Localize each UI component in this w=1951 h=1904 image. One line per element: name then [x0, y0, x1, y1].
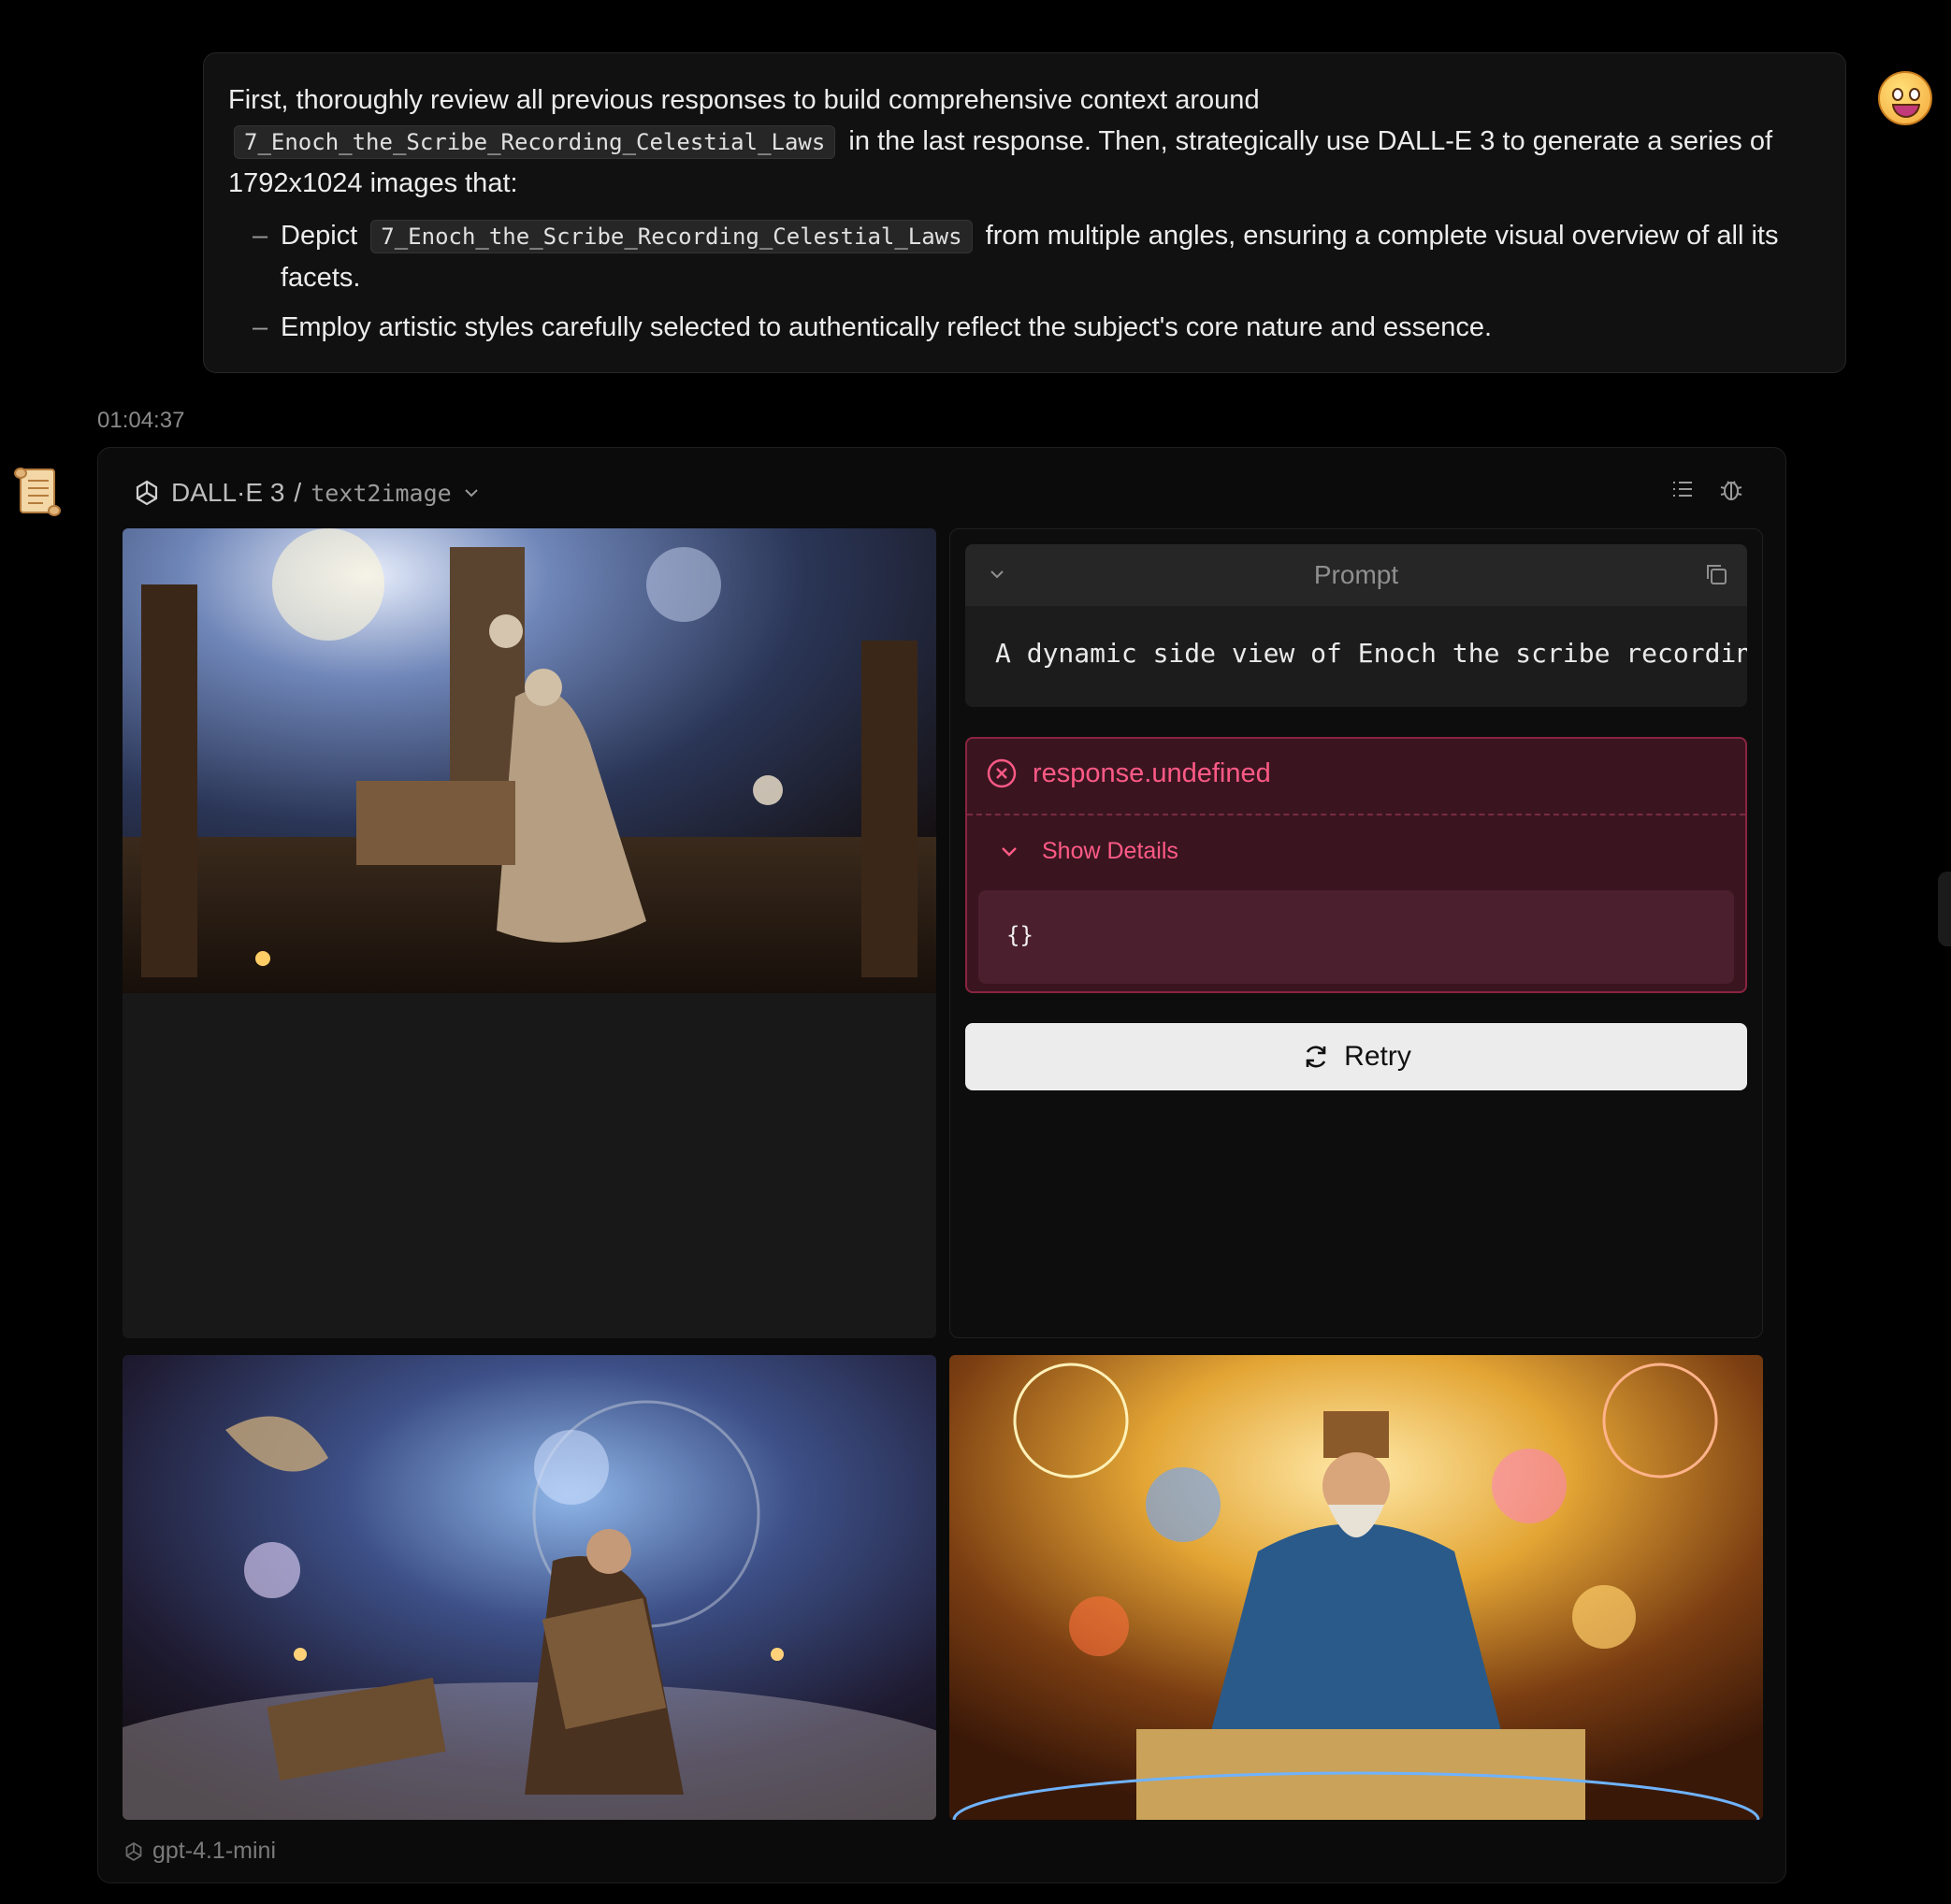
grinning-face-icon[interactable]	[1878, 71, 1932, 125]
user-message: First, thoroughly review all previous re…	[203, 52, 1846, 373]
result-panel: Prompt A dynamic side view of Enoch the …	[949, 528, 1763, 1338]
tool-name: DALL·E 3	[171, 478, 285, 507]
error-title: response.undefined	[1033, 757, 1271, 788]
inline-code: 7_Enoch_the_Scribe_Recording_Celestial_L…	[370, 220, 973, 253]
chevron-down-icon[interactable]	[986, 563, 1008, 585]
bug-icon[interactable]	[1718, 476, 1744, 502]
image-slot-3	[949, 1355, 1763, 1820]
image-slot-2	[123, 1355, 936, 1820]
show-details-label: Show Details	[1042, 838, 1178, 864]
scroll-icon[interactable]	[11, 464, 64, 518]
model-indicator: gpt-4.1-mini	[123, 1838, 276, 1865]
prompt-label: Prompt	[1313, 560, 1399, 589]
refresh-icon	[1306, 1046, 1326, 1068]
tool-header[interactable]: DALL·E 3 / text2image	[132, 472, 482, 513]
generated-image-1[interactable]	[123, 528, 936, 993]
image-slot-1	[123, 528, 936, 1338]
error-box: response.undefined Show Details {}	[965, 737, 1747, 993]
show-details-toggle[interactable]: Show Details	[999, 838, 1178, 865]
divider	[967, 814, 1745, 815]
user-message-paragraph: First, thoroughly review all previous re…	[228, 79, 1821, 204]
tool-call-card: DALL·E 3 / text2image Prompt A dynamic s…	[97, 447, 1786, 1883]
openai-icon	[125, 1841, 142, 1861]
generated-image-2[interactable]	[123, 1355, 936, 1820]
retry-label: Retry	[1344, 1041, 1411, 1072]
bullet-text: Employ artistic styles carefully selecte…	[281, 312, 1493, 342]
model-name: gpt-4.1-mini	[152, 1838, 276, 1864]
inline-code: 7_Enoch_the_Scribe_Recording_Celestial_L…	[234, 125, 836, 159]
chevron-down-icon	[1002, 846, 1017, 857]
retry-button[interactable]: Retry	[965, 1023, 1747, 1090]
list-icon[interactable]	[1669, 476, 1696, 502]
message-text: First, thoroughly review all previous re…	[228, 85, 1260, 115]
chevron-down-icon[interactable]	[461, 483, 482, 503]
list-item: Depict 7_Enoch_the_Scribe_Recording_Cele…	[228, 215, 1821, 298]
tool-separator: /	[294, 478, 302, 507]
prompt-box: Prompt A dynamic side view of Enoch the …	[965, 544, 1747, 707]
x-circle-icon	[987, 758, 1017, 788]
bullet-text: Depict	[281, 221, 358, 251]
openai-icon	[136, 480, 158, 506]
tool-api: text2image	[311, 479, 452, 507]
list-item: Employ artistic styles carefully selecte…	[228, 307, 1821, 348]
copy-icon[interactable]	[1702, 560, 1730, 588]
generated-image-3[interactable]	[949, 1355, 1763, 1820]
message-timestamp: 01:04:37	[97, 408, 185, 433]
sidebar-toggle-handle[interactable]	[1938, 872, 1951, 946]
prompt-text: A dynamic side view of Enoch the scribe …	[995, 638, 1747, 669]
bullet-list: Depict 7_Enoch_the_Scribe_Recording_Cele…	[228, 215, 1821, 348]
prompt-header[interactable]: Prompt	[965, 544, 1747, 606]
error-details-code: {}	[978, 890, 1734, 984]
